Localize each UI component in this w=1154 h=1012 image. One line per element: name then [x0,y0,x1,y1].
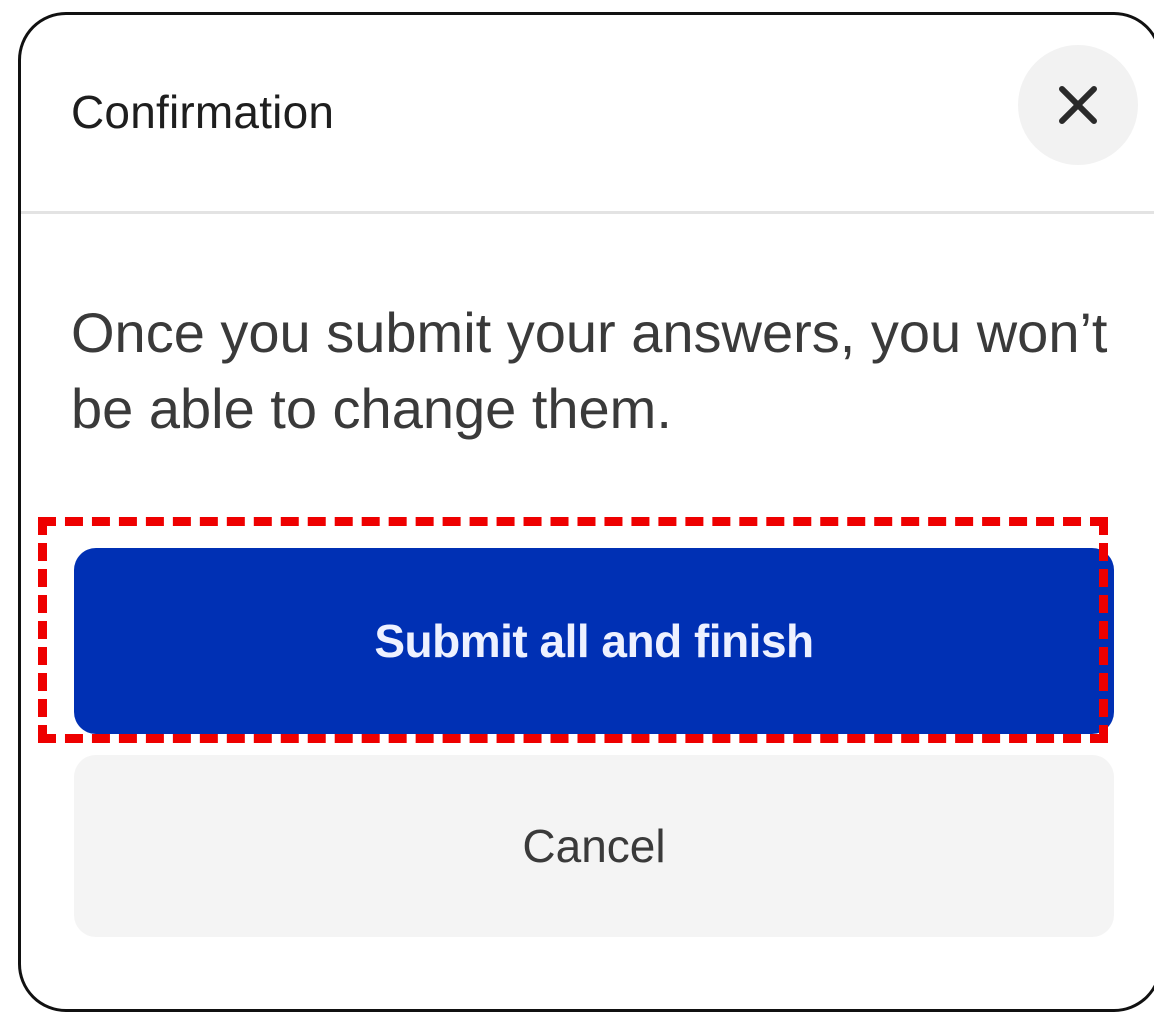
confirmation-dialog: Confirmation Once you submit your answer… [18,12,1154,1012]
cancel-button[interactable]: Cancel [74,755,1114,937]
dialog-title: Confirmation [71,86,335,138]
dialog-header: Confirmation [21,15,1154,214]
close-button[interactable] [1018,45,1138,165]
close-icon [1059,86,1097,124]
dialog-message: Once you submit your answers, you won’t … [71,301,1108,440]
target-highlight [38,517,1108,743]
cancel-label: Cancel [522,820,666,872]
